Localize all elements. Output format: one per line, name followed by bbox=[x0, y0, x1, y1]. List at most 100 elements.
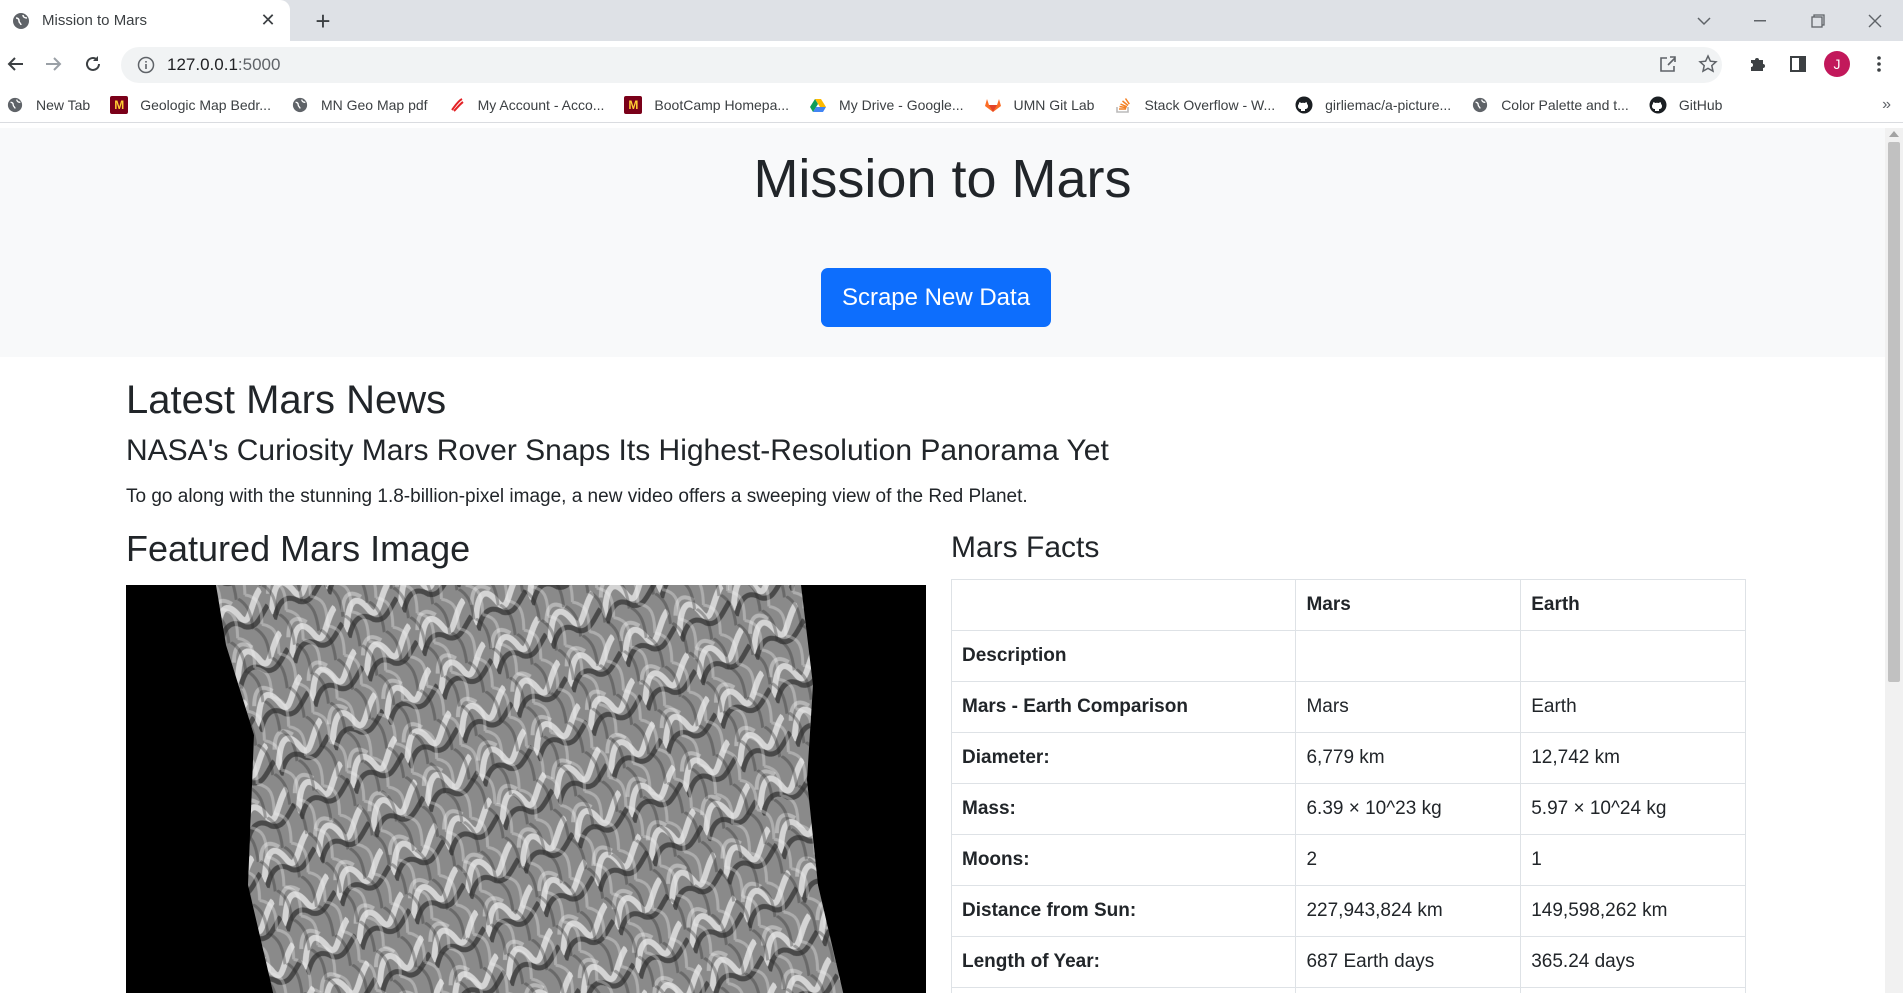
news-title: NASA's Curiosity Mars Rover Snaps Its Hi… bbox=[126, 434, 1109, 467]
table-header-cell: Mars bbox=[1295, 579, 1522, 631]
mars-value bbox=[1295, 630, 1522, 682]
table-row: Mass: 6.39 × 10^23 kg 5.97 × 10^24 kg bbox=[950, 783, 1746, 835]
bookmark-item[interactable]: My Drive - Google... bbox=[809, 96, 964, 114]
bookmark-item[interactable]: girliemac/a-picture... bbox=[1295, 96, 1451, 114]
url-host: 127.0.0.1 bbox=[167, 55, 238, 74]
globe-icon bbox=[6, 96, 24, 114]
bookmark-label: BootCamp Homepa... bbox=[654, 97, 790, 113]
bookmark-item[interactable]: My Account - Acco... bbox=[448, 96, 605, 114]
url-port: :5000 bbox=[237, 55, 281, 74]
table-header-cell bbox=[950, 579, 1297, 631]
table-row: Diameter: 6,779 km 12,742 km bbox=[950, 732, 1746, 784]
mars-facts-table: Mars Earth Description Mars - Earth Comp… bbox=[950, 579, 1746, 993]
mars-value: Mars bbox=[1295, 681, 1522, 733]
side-panel-icon[interactable] bbox=[1782, 48, 1814, 80]
forward-button[interactable] bbox=[37, 48, 69, 80]
earth-value bbox=[1520, 987, 1746, 993]
bookmark-item[interactable]: GitHub bbox=[1649, 96, 1723, 114]
umn-logo-icon: M bbox=[624, 96, 643, 114]
bookmark-label: girliemac/a-picture... bbox=[1325, 97, 1452, 113]
row-label: Mars - Earth Comparison bbox=[950, 681, 1297, 733]
url-text[interactable]: 127.0.0.1:5000 bbox=[167, 55, 280, 75]
news-paragraph: To go along with the stunning 1.8-billio… bbox=[126, 486, 1028, 507]
bookmark-label: Stack Overflow - W... bbox=[1144, 97, 1276, 113]
address-bar[interactable]: 127.0.0.1:5000 bbox=[121, 47, 1722, 83]
mars-value: 2 bbox=[1295, 834, 1522, 886]
row-label: Description bbox=[950, 630, 1297, 682]
news-heading: Latest Mars News bbox=[126, 378, 447, 422]
mars-value: 227,943,824 km bbox=[1295, 885, 1522, 937]
extensions-puzzle-icon[interactable] bbox=[1741, 48, 1773, 80]
table-row: Moons: 2 1 bbox=[950, 834, 1746, 886]
bookmark-item[interactable]: M BootCamp Homepa... bbox=[624, 96, 789, 114]
profile-avatar[interactable]: J bbox=[1824, 51, 1850, 77]
github-icon bbox=[1649, 96, 1667, 114]
mars-value: 6,779 km bbox=[1295, 732, 1522, 784]
share-icon[interactable] bbox=[1652, 48, 1684, 80]
table-row: Distance from Sun: 227,943,824 km 149,59… bbox=[950, 885, 1746, 937]
page-scrollbar[interactable] bbox=[1885, 128, 1903, 993]
bookmark-label: Geologic Map Bedr... bbox=[140, 97, 271, 113]
umn-logo-icon: M bbox=[110, 96, 129, 114]
scrollbar-thumb[interactable] bbox=[1888, 142, 1900, 682]
reload-button[interactable] bbox=[77, 48, 109, 80]
bookmark-item[interactable]: MN Geo Map pdf bbox=[291, 96, 428, 114]
tab-search-chevron-icon[interactable] bbox=[1676, 0, 1732, 41]
browser-toolbar: 127.0.0.1:5000 bbox=[0, 41, 1903, 88]
bookmark-label: MN Geo Map pdf bbox=[320, 97, 428, 113]
table-row: Mars - Earth Comparison Mars Earth bbox=[950, 681, 1746, 733]
earth-value: 1 bbox=[1520, 834, 1746, 886]
swirl-logo-icon bbox=[448, 96, 466, 114]
restore-button[interactable] bbox=[1790, 0, 1846, 41]
earth-value: 149,598,262 km bbox=[1520, 885, 1746, 937]
row-label: Length of Year: bbox=[950, 936, 1297, 988]
menu-kebab-icon[interactable] bbox=[1863, 48, 1895, 80]
earth-value: 365.24 days bbox=[1520, 936, 1746, 988]
bookmarks-overflow-icon[interactable]: » bbox=[1882, 96, 1891, 114]
stack-overflow-icon bbox=[1114, 96, 1132, 114]
mars-facts-heading: Mars Facts bbox=[951, 531, 1100, 564]
row-label: Distance from Sun: bbox=[950, 885, 1297, 937]
bookmark-item[interactable]: New Tab bbox=[6, 96, 90, 114]
bookmark-item[interactable]: M Geologic Map Bedr... bbox=[110, 96, 271, 114]
mars-value bbox=[1295, 987, 1522, 993]
table-row: Description bbox=[950, 630, 1746, 682]
bookmark-star-icon[interactable] bbox=[1692, 48, 1724, 80]
bookmarks-bar: New Tab M Geologic Map Bedr... MN Geo Ma… bbox=[0, 88, 1903, 123]
bookmark-label: Color Palette and t... bbox=[1501, 97, 1629, 113]
bookmark-item[interactable]: UMN Git Lab bbox=[984, 96, 1095, 114]
mars-value: 687 Earth days bbox=[1295, 936, 1522, 988]
page-viewport: Mission to Mars Scrape New Data Latest M… bbox=[0, 128, 1885, 993]
scroll-up-arrow-icon[interactable] bbox=[1889, 131, 1899, 137]
earth-value bbox=[1520, 630, 1746, 682]
bookmark-item[interactable]: Color Palette and t... bbox=[1471, 96, 1629, 114]
row-label bbox=[950, 987, 1297, 993]
bookmark-label: GitHub bbox=[1678, 97, 1723, 113]
mars-dunes-image bbox=[216, 585, 844, 993]
bookmark-label: New Tab bbox=[36, 97, 91, 113]
row-label: Mass: bbox=[950, 783, 1297, 835]
table-header-row: Mars Earth bbox=[950, 579, 1746, 631]
browser-tab[interactable]: Mission to Mars ✕ bbox=[0, 0, 290, 41]
featured-mars-image bbox=[126, 585, 926, 993]
earth-value: 12,742 km bbox=[1520, 732, 1746, 784]
table-row bbox=[950, 987, 1746, 993]
minimize-button[interactable] bbox=[1732, 0, 1788, 41]
scrape-new-data-button[interactable]: Scrape New Data bbox=[821, 268, 1051, 327]
back-button[interactable] bbox=[0, 48, 32, 80]
info-icon[interactable] bbox=[137, 56, 155, 74]
earth-value: 5.97 × 10^24 kg bbox=[1520, 783, 1746, 835]
row-label: Moons: bbox=[950, 834, 1297, 886]
bookmark-item[interactable]: Stack Overflow - W... bbox=[1114, 96, 1275, 114]
row-label: Diameter: bbox=[950, 732, 1297, 784]
globe-icon bbox=[291, 96, 309, 114]
bookmark-label: UMN Git Lab bbox=[1013, 97, 1095, 113]
close-window-button[interactable] bbox=[1847, 0, 1903, 41]
bookmark-label: My Account - Acco... bbox=[477, 97, 605, 113]
table-row: Length of Year: 687 Earth days 365.24 da… bbox=[950, 936, 1746, 988]
new-tab-button[interactable]: + bbox=[308, 6, 338, 36]
close-tab-icon[interactable]: ✕ bbox=[254, 7, 282, 35]
tab-strip: Mission to Mars ✕ + bbox=[0, 0, 1903, 41]
table-header-cell: Earth bbox=[1520, 579, 1746, 631]
bookmark-label: My Drive - Google... bbox=[839, 97, 964, 113]
